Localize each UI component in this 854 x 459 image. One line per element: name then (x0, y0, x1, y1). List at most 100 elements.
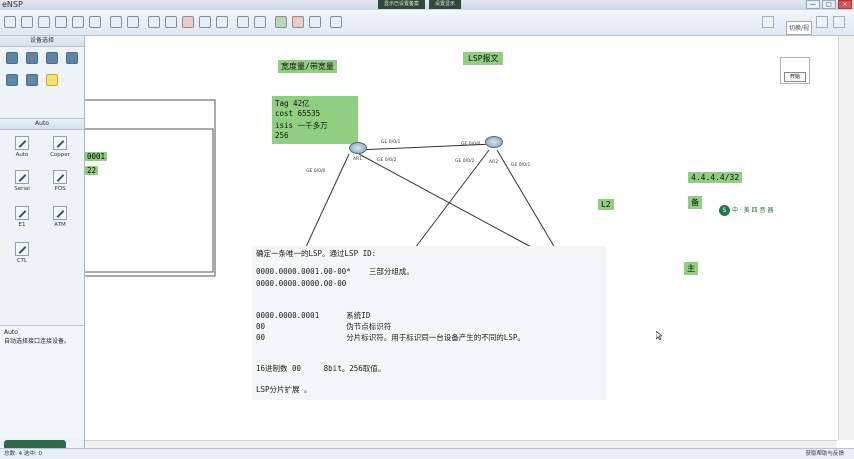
description-title: Auto (4, 329, 18, 336)
left-panel: 设备选择 Auto Auto Copper Serial POS E1 ATM … (0, 36, 85, 450)
undo-icon[interactable] (110, 16, 122, 28)
description-panel: Auto 自动选择接口连接设备。 (0, 325, 84, 438)
rect-label-2: 22 (85, 166, 99, 175)
router-device-icon[interactable] (6, 52, 18, 64)
bandwidth-title: 宽度量/带宽量 (278, 60, 337, 73)
port-label-ar1-b: GE 0/0/2 (377, 158, 397, 163)
info-line-1: Tag 42亿 (275, 99, 310, 108)
start-button[interactable]: 开始 (784, 72, 806, 82)
info-line-3: isis 一千多万 (275, 121, 328, 130)
open-file-icon[interactable] (38, 16, 50, 28)
port-label-ar2-c: GE 0/0/1 (511, 163, 531, 168)
window-controls: — □ × (806, 0, 852, 9)
settings-icon[interactable] (762, 16, 774, 28)
cable-serial-label: Serial (14, 186, 30, 192)
pc-device-icon[interactable] (6, 74, 18, 86)
switch-view-button[interactable]: 切换/视图 (786, 21, 812, 46)
print-icon[interactable] (89, 16, 101, 28)
atm-cable-icon (53, 206, 67, 220)
switch-device-icon[interactable] (26, 52, 38, 64)
tab-display-config[interactable]: 设置显示 (429, 0, 462, 9)
stop-device-icon[interactable] (292, 16, 304, 28)
move-icon[interactable] (165, 16, 177, 28)
lsp-title: LSP报文 (463, 52, 504, 65)
capture-icon[interactable] (309, 16, 321, 28)
new-topology-icon[interactable] (21, 16, 33, 28)
cable-pos[interactable]: POS (42, 170, 78, 192)
redo-icon[interactable] (127, 16, 139, 28)
cloud-device-icon[interactable] (26, 74, 38, 86)
shape-icon[interactable] (216, 16, 228, 28)
port-label-ar1-a: GE 0/0/1 (381, 140, 401, 145)
cable-device-icon[interactable] (46, 74, 58, 86)
cable-serial[interactable]: Serial (4, 170, 40, 192)
pos-cable-icon (53, 170, 67, 184)
cable-atm[interactable]: ATM (42, 206, 78, 228)
port-label-ar1-c: GE 0/0/0 (306, 169, 326, 174)
minimize-button[interactable]: — (806, 0, 820, 9)
frame-outer (85, 99, 216, 277)
toolbar: 切换/视图 (0, 10, 854, 46)
new-file-icon[interactable] (4, 16, 16, 28)
cable-e1-label: E1 (18, 222, 26, 228)
firewall-device-icon[interactable] (66, 52, 78, 64)
info-line-2: cost 65535 (275, 109, 321, 118)
frame-inner (85, 128, 214, 273)
center-tabs: 显示已设置备案 设置显示 (378, 0, 462, 9)
note-line-6: 00 分片标识符。用于标识同一台设备产生的不同的LSP。 (256, 333, 525, 342)
vertical-scrollbar[interactable] (838, 36, 854, 440)
maximize-button[interactable]: □ (822, 0, 836, 9)
cable-e1[interactable]: E1 (4, 206, 40, 228)
lsp-note-panel: 确定一条唯一的LSP。通过LSP ID: 0000.0000.0001.00-0… (252, 246, 606, 400)
note-line-2: 0000.0000.0001.00-00* 三部分组成。 (256, 267, 414, 276)
topology-icon[interactable] (330, 16, 342, 28)
note-line-3: 0000.0000.0000.00-00 (256, 279, 347, 288)
logo-text: 中 · 美 四 音 器 (732, 207, 774, 214)
copper-cable-icon (53, 136, 67, 150)
save-icon[interactable] (55, 16, 67, 28)
text-icon[interactable] (199, 16, 211, 28)
zoom-in-icon[interactable] (237, 16, 249, 28)
cable-ctl[interactable]: CTL (4, 242, 40, 264)
watermark-logo: S中 · 美 四 音 器 (719, 205, 773, 218)
start-device-icon[interactable] (275, 16, 287, 28)
tab-display-settings[interactable]: 显示已设置备案 (378, 0, 426, 9)
note-line-7: 16进制数 00 8bit。256取值。 (256, 364, 386, 373)
mouse-cursor-icon (656, 331, 662, 340)
cable-copper-label: Copper (50, 152, 70, 158)
delete-icon[interactable] (182, 16, 194, 28)
cable-pos-label: POS (54, 186, 66, 192)
note-line-8: LSP分片扩展 。 (256, 385, 312, 394)
wlan-device-icon[interactable] (46, 52, 58, 64)
cable-ctl-label: CTL (16, 258, 28, 264)
cable-auto[interactable]: Auto (4, 136, 40, 158)
start-panel: 开始 (780, 57, 810, 84)
router-ar2-label: AR2 (489, 160, 499, 165)
master-label: 主 (684, 262, 698, 275)
title-bar: eNSP 显示已设置备案 设置显示 — □ × (0, 0, 854, 10)
select-icon[interactable] (148, 16, 160, 28)
cable-auto-label: Auto (15, 152, 29, 158)
zoom-out-icon[interactable] (254, 16, 266, 28)
help-icon[interactable] (816, 16, 828, 28)
device-panel-header: 设备选择 (0, 36, 84, 47)
cable-copper[interactable]: Copper (42, 136, 78, 158)
app-title: eNSP (2, 0, 23, 9)
note-line-5: 00 伪节点标识符 (256, 322, 392, 331)
huawei-logo-icon (833, 16, 845, 28)
router-ar2-icon[interactable] (485, 136, 503, 148)
link-ar1-right[interactable] (358, 153, 534, 249)
rect-label-1: 0001 (85, 152, 108, 161)
close-button[interactable]: × (838, 0, 852, 9)
status-bar: 总数: 4 选中: 0 获取帮助与反馈 (0, 448, 854, 459)
save-as-icon[interactable] (72, 16, 84, 28)
description-text: 自动选择接口连接设备。 (4, 338, 71, 345)
logo-icon: S (719, 205, 730, 216)
info-line-4: 256 (275, 131, 289, 140)
cable-atm-label: ATM (54, 222, 66, 228)
l2-label: L2 (598, 199, 614, 210)
link-ar2-left[interactable] (414, 149, 490, 249)
router-ar1-icon[interactable] (349, 142, 367, 154)
ip-label: 4.4.4.4/32 (688, 172, 743, 183)
serial-cable-icon (15, 170, 29, 184)
